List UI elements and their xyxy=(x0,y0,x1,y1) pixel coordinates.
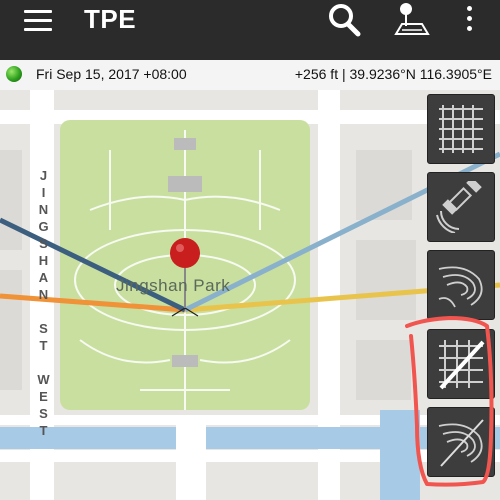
road-label: JINGSHAN ST WEST xyxy=(36,168,51,440)
park-label: Jingshan Park xyxy=(116,276,231,295)
status-bar: Fri Sep 15, 2017 +08:00 +256 ft | 39.923… xyxy=(0,60,500,90)
search-icon[interactable] xyxy=(326,2,364,40)
topo-layer-button[interactable] xyxy=(427,250,495,320)
status-coordinates: +256 ft | 39.9236°N 116.3905°E xyxy=(294,66,492,82)
status-date: Fri Sep 15, 2017 +08:00 xyxy=(36,66,187,82)
topo-icon xyxy=(438,266,483,308)
gps-status-icon xyxy=(6,66,22,82)
more-vert-icon[interactable] xyxy=(460,4,480,40)
app-bar: TPE xyxy=(0,0,500,60)
satellite-icon xyxy=(436,181,482,233)
grid-layer-button[interactable] xyxy=(427,94,495,164)
satellite-layer-button[interactable] xyxy=(427,172,495,242)
annotation-outline xyxy=(405,316,494,487)
app-title: TPE xyxy=(84,4,137,34)
grid-icon xyxy=(439,105,483,153)
map-pin-icon[interactable] xyxy=(392,0,430,40)
menu-icon[interactable] xyxy=(24,8,56,36)
